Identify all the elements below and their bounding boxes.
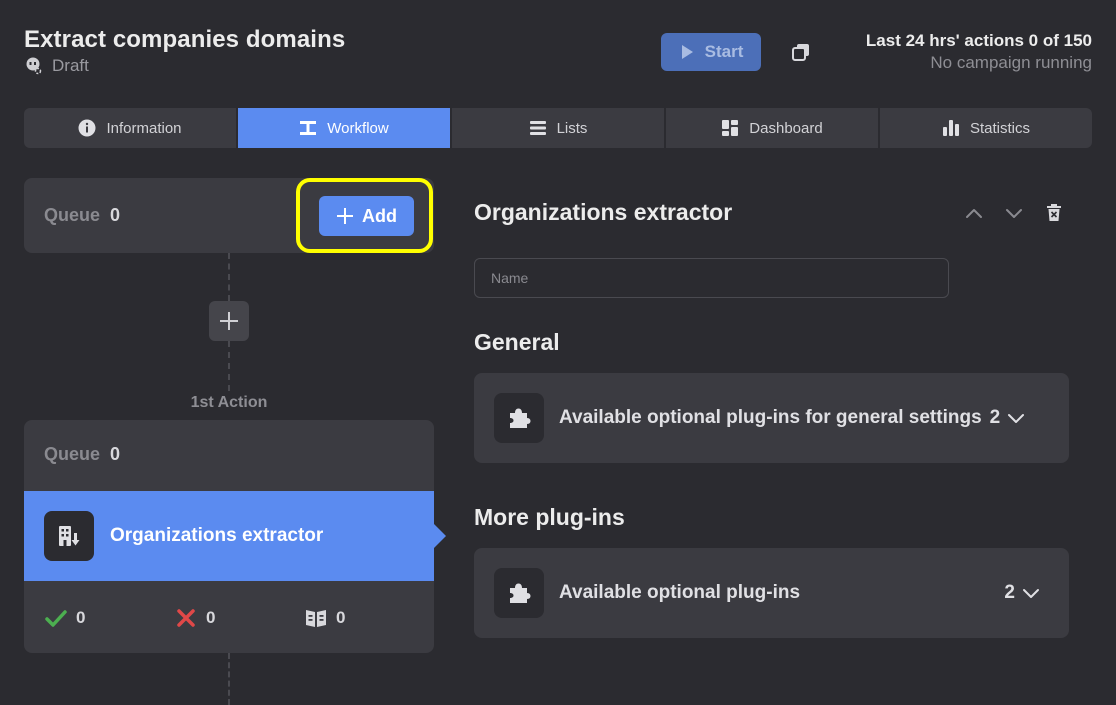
start-button[interactable]: Start xyxy=(661,33,761,71)
list-icon xyxy=(529,121,546,135)
add-label: Add xyxy=(362,205,397,226)
general-section-title: General xyxy=(474,329,560,355)
queue-count: 0 xyxy=(110,205,121,225)
checkmark-icon xyxy=(45,610,67,627)
plus-icon xyxy=(337,208,353,224)
chevron-up-icon[interactable] xyxy=(963,202,985,224)
success-count: 0 xyxy=(76,608,86,627)
action-queue: Queue 0 xyxy=(44,444,120,465)
action-card: Queue 0 Organizations extractor 0 0 0 xyxy=(24,420,434,653)
error-count: 0 xyxy=(206,608,216,627)
general-plugins-count: 2 xyxy=(989,407,1001,428)
connector-line xyxy=(228,253,230,301)
trash-icon[interactable] xyxy=(1043,202,1065,224)
skipped-count: 0 xyxy=(336,608,346,627)
tab-statistics[interactable]: Statistics xyxy=(880,108,1092,148)
start-label: Start xyxy=(704,42,744,61)
tab-label: Statistics xyxy=(969,119,1030,137)
tab-information[interactable]: Information xyxy=(24,108,236,148)
connector-line xyxy=(228,653,230,705)
campaign-title: Extract companies domains xyxy=(24,26,346,53)
puzzle-icon xyxy=(494,568,544,618)
workflow-icon xyxy=(300,121,317,135)
tab-label: Workflow xyxy=(327,119,389,137)
tab-workflow[interactable]: Workflow xyxy=(238,108,450,148)
info-icon xyxy=(78,119,96,137)
skipped-stat: 0 xyxy=(304,606,345,630)
selected-step-pointer xyxy=(434,524,446,548)
plus-icon xyxy=(220,312,238,330)
dashboard-icon xyxy=(722,120,739,136)
chevron-down-icon xyxy=(1008,414,1025,423)
actions-info: Last 24 hrs' actions 0 of 150 No campaig… xyxy=(866,31,1092,73)
tab-dashboard[interactable]: Dashboard xyxy=(666,108,878,148)
panel-title: Organizations extractor xyxy=(474,199,733,225)
tab-lists[interactable]: Lists xyxy=(452,108,664,148)
success-stat: 0 xyxy=(44,606,174,630)
name-input[interactable] xyxy=(474,258,949,298)
connector-line xyxy=(228,341,230,391)
organization-extract-icon xyxy=(44,511,94,561)
insert-action-button[interactable] xyxy=(209,301,249,341)
error-stat: 0 xyxy=(174,606,304,630)
tab-bar: Information Workflow Lists Dashboard Sta… xyxy=(24,108,1092,148)
more-plugins-dropdown[interactable]: Available optional plug-ins 2 xyxy=(474,548,1069,638)
duplicate-icon[interactable] xyxy=(790,41,812,63)
action-step-label: Organizations extractor xyxy=(110,525,324,546)
action-caption: 1st Action xyxy=(190,394,268,411)
draft-icon xyxy=(26,57,42,75)
queue-label: Queue xyxy=(44,444,101,464)
chevron-down-icon[interactable] xyxy=(1003,202,1025,224)
bar-chart-icon xyxy=(942,120,959,136)
chevron-down-icon xyxy=(1023,589,1039,598)
skipped-icon xyxy=(306,610,326,627)
status-label: Draft xyxy=(52,56,89,75)
more-plugins-label: Available optional plug-ins xyxy=(559,582,801,603)
puzzle-icon xyxy=(494,393,544,443)
action-stats: 0 0 0 xyxy=(44,606,414,630)
campaign-status: Draft xyxy=(24,56,89,76)
more-plugins-section-title: More plug-ins xyxy=(474,504,625,530)
queue-count: 0 xyxy=(110,444,121,464)
general-plugins-label: Available optional plug-ins for general … xyxy=(559,407,982,428)
tab-label: Lists xyxy=(556,119,588,137)
cross-icon xyxy=(177,609,195,627)
queue-label: Queue xyxy=(44,205,101,225)
campaign-running-status: No campaign running xyxy=(930,53,1092,72)
tab-label: Dashboard xyxy=(749,119,823,137)
play-icon xyxy=(681,45,693,59)
more-plugins-count: 2 xyxy=(1004,582,1015,603)
actions-quota: Last 24 hrs' actions 0 of 150 xyxy=(865,31,1092,50)
tab-label: Information xyxy=(106,119,182,137)
add-button[interactable]: Add xyxy=(319,196,414,236)
general-plugins-dropdown[interactable]: Available optional plug-ins for general … xyxy=(474,373,1069,463)
action-step-organizations-extractor[interactable]: Organizations extractor xyxy=(24,491,434,581)
